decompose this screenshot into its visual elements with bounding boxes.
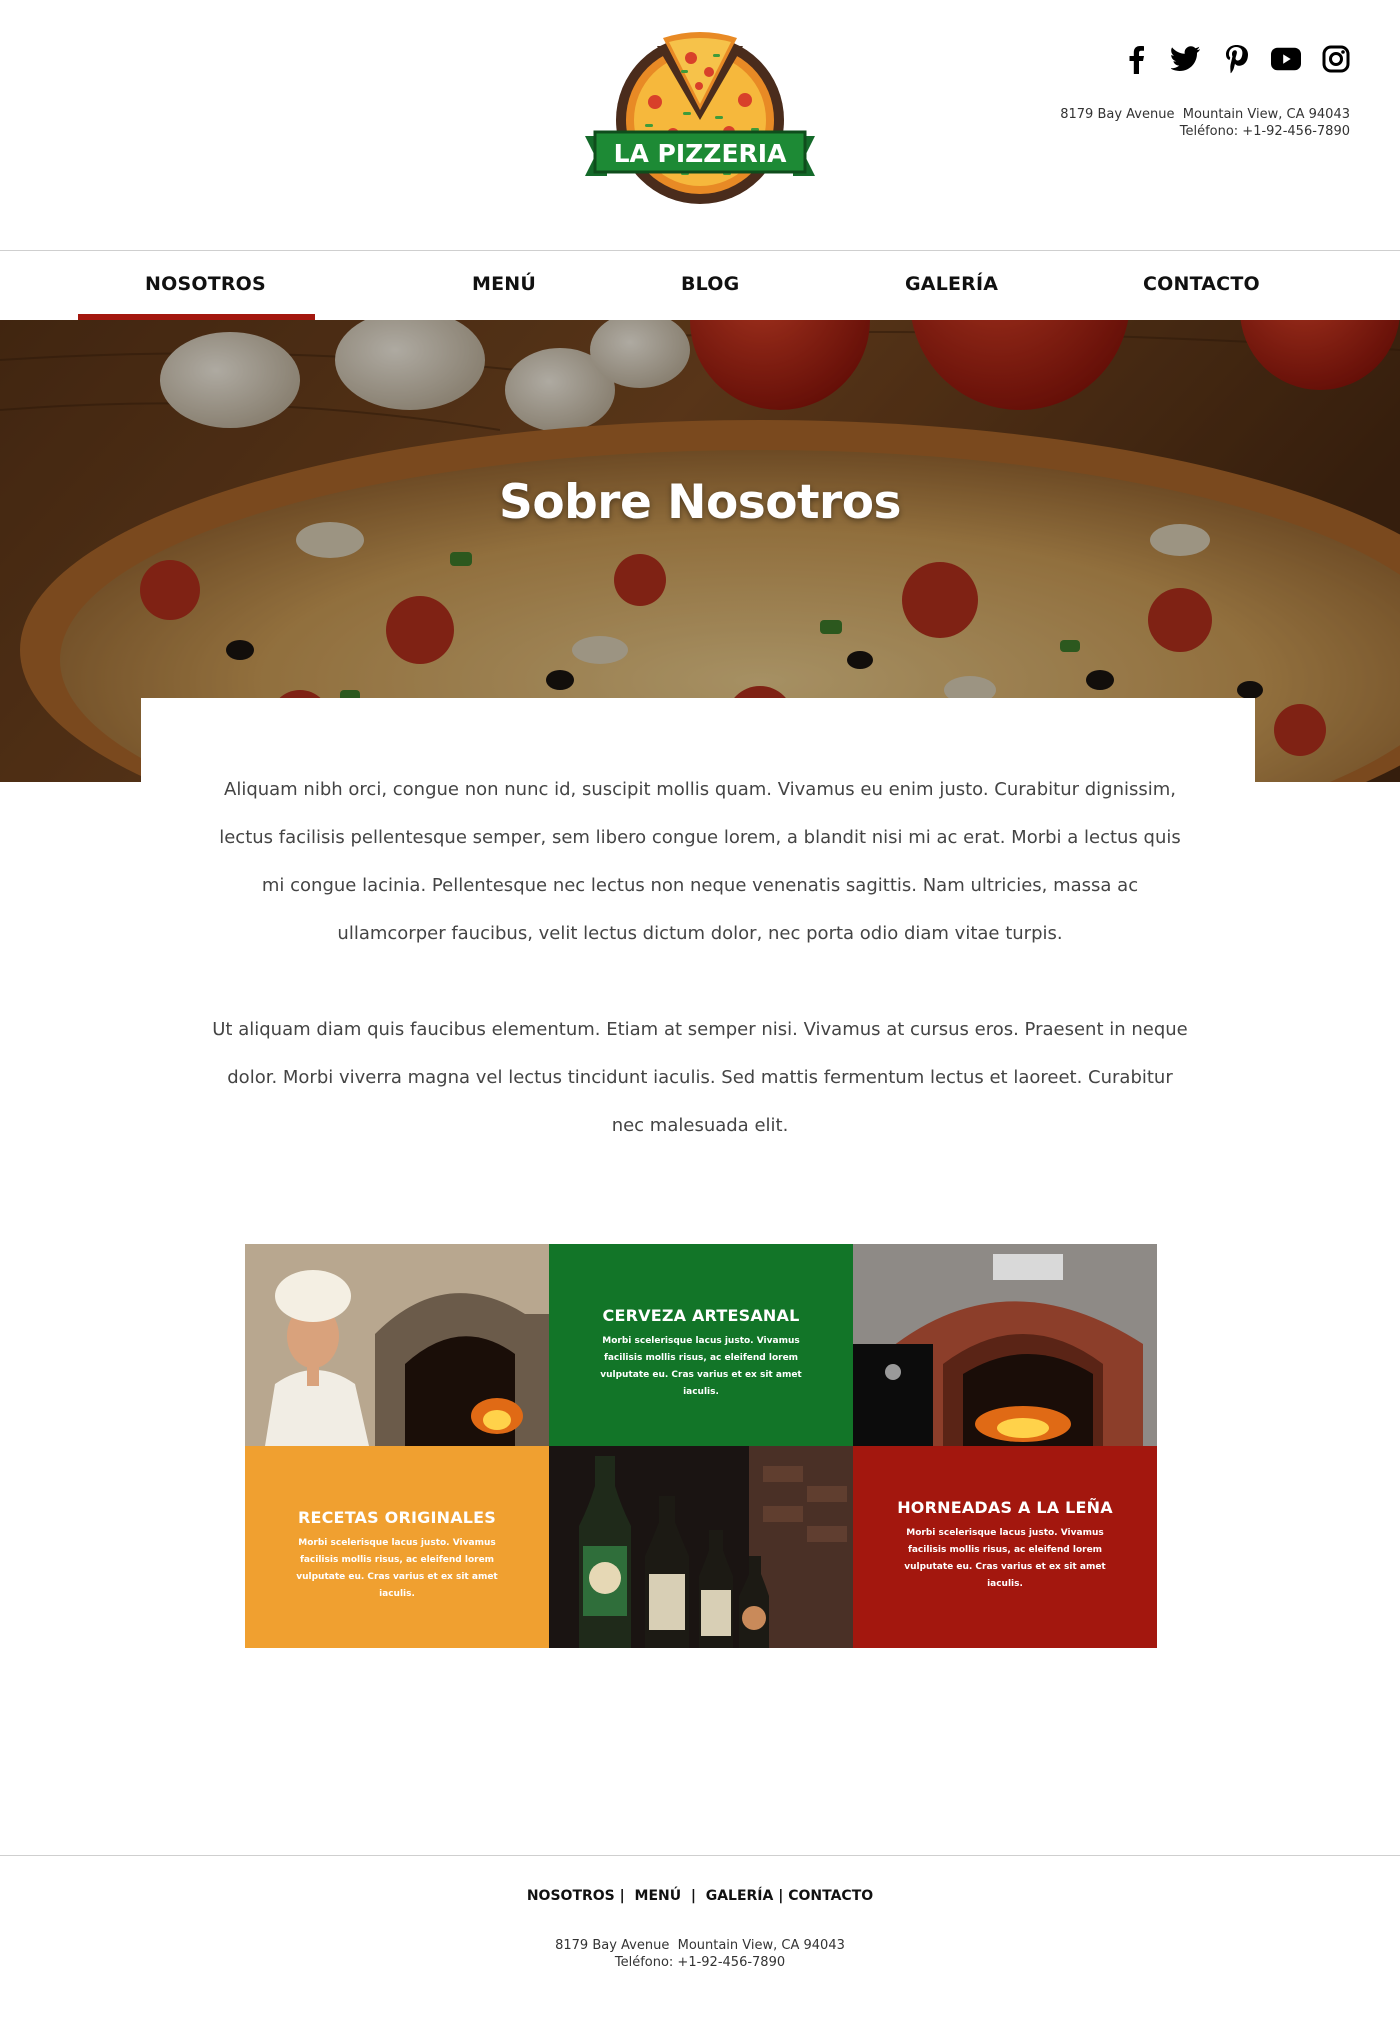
feature-text: Morbi scelerisque lacus justo. Vivamus f… <box>296 1538 498 1599</box>
feature-text: Morbi scelerisque lacus justo. Vivamus f… <box>904 1528 1106 1589</box>
header-phone: Teléfono: +1-92-456-7890 <box>1179 124 1350 139</box>
pizzeria-logo[interactable]: LA PIZZERIA <box>585 32 815 212</box>
twitter-icon[interactable] <box>1171 44 1201 74</box>
nav-item-blog[interactable]: BLOG <box>681 251 739 321</box>
about-paragraph-2: Ut aliquam diam quis faucibus elementum.… <box>212 1019 1188 1136</box>
footer-divider <box>0 1855 1400 1856</box>
footer-link-galeria[interactable]: GALERÍA <box>706 1888 774 1904</box>
nav-item-nosotros[interactable]: NOSOTROS <box>145 251 266 321</box>
footer-link-menu[interactable]: MENÚ <box>635 1888 682 1904</box>
feature-title: CERVEZA ARTESANAL <box>602 1306 800 1325</box>
oven-photo <box>853 1244 1157 1446</box>
feature-title: HORNEADAS A LA LEÑA <box>897 1498 1113 1517</box>
feature-title: RECETAS ORIGINALES <box>297 1508 497 1527</box>
feature-cerveza-artesanal[interactable]: CERVEZA ARTESANAL Morbi scelerisque lacu… <box>549 1244 853 1446</box>
footer-address-street: 8179 Bay Avenue Mountain View, CA 94043 <box>555 1938 845 1953</box>
page-title: Sobre Nosotros <box>498 475 902 530</box>
footer-link-nosotros[interactable]: NOSOTROS <box>527 1888 615 1904</box>
instagram-icon[interactable] <box>1321 44 1351 74</box>
footer-phone: Teléfono: +1-92-456-7890 <box>614 1955 786 1970</box>
feature-recetas-originales[interactable]: RECETAS ORIGINALES Morbi scelerisque lac… <box>245 1446 549 1648</box>
footer-address: 8179 Bay Avenue Mountain View, CA 94043 … <box>0 1937 1400 1971</box>
chef-photo <box>245 1244 549 1446</box>
svg-text:LA PIZZERIA: LA PIZZERIA <box>614 139 787 168</box>
header-address: 8179 Bay Avenue Mountain View, CA 94043 … <box>1060 106 1350 140</box>
feature-grid: CERVEZA ARTESANAL Morbi scelerisque lacu… <box>245 1244 1157 1648</box>
nav-item-galeria[interactable]: GALERÍA <box>905 251 998 321</box>
nav-item-contacto[interactable]: CONTACTO <box>1143 251 1260 321</box>
about-paragraph-1: Aliquam nibh orci, congue non nunc id, s… <box>219 779 1181 944</box>
footer-nav: NOSOTROS | MENÚ | GALERÍA | CONTACTO <box>526 1888 874 1904</box>
facebook-icon[interactable] <box>1121 44 1151 74</box>
feature-text: Morbi scelerisque lacus justo. Vivamus f… <box>600 1336 802 1397</box>
feature-horneadas-a-la-lena[interactable]: HORNEADAS A LA LEÑA Morbi scelerisque la… <box>853 1446 1157 1648</box>
site-header: LA PIZZERIA 8179 Bay Avenue Mountain Vie… <box>0 0 1400 250</box>
pinterest-icon[interactable] <box>1221 44 1251 74</box>
social-links <box>1121 44 1351 74</box>
beer-bottles-photo <box>549 1446 853 1648</box>
nav-item-menu[interactable]: MENÚ <box>472 251 536 321</box>
footer-link-contacto[interactable]: CONTACTO <box>788 1888 873 1904</box>
youtube-icon[interactable] <box>1271 44 1301 74</box>
header-address-street: 8179 Bay Avenue Mountain View, CA 94043 <box>1060 107 1350 122</box>
main-nav: NOSOTROS MENÚ BLOG GALERÍA CONTACTO <box>0 250 1400 321</box>
